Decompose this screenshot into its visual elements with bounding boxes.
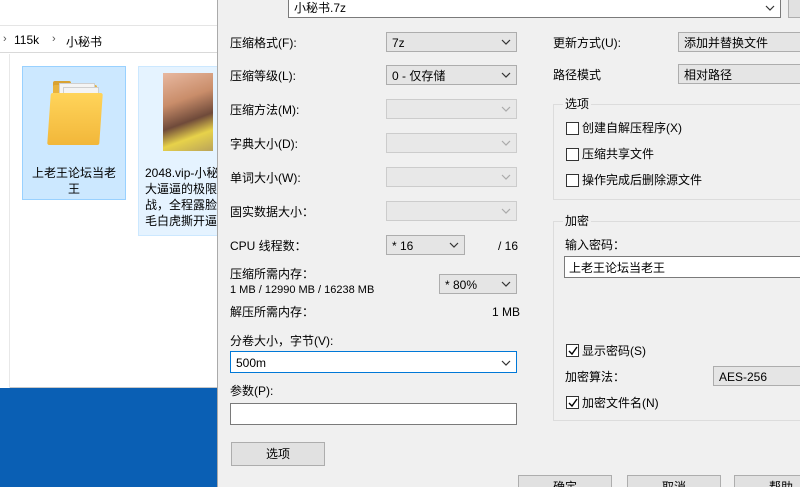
address-bar[interactable]: › 115k › 小秘书 — [0, 27, 230, 53]
method-combo[interactable] — [386, 99, 517, 119]
update-mode-combo[interactable]: 添加并替换文件 — [678, 32, 800, 52]
ok-button[interactable]: 确定 — [518, 475, 612, 487]
file-item-folder[interactable]: 上老王论坛当老 王 — [22, 66, 126, 200]
breadcrumb-chevron-icon: › — [3, 33, 7, 45]
encryption-method-label: 加密算法： — [565, 370, 626, 384]
encryption-group-title: 加密 — [563, 214, 592, 228]
word-size-label: 单词大小(W): — [230, 171, 301, 185]
options-group-title: 选项 — [563, 97, 592, 111]
cpu-threads-max: / 16 — [498, 239, 519, 253]
password-label: 输入密码： — [565, 238, 626, 252]
file-item-label: 上老王论坛当老 王 — [31, 166, 116, 196]
chevron-down-icon — [500, 205, 512, 217]
parameters-label: 参数(P): — [230, 384, 274, 398]
level-combo[interactable]: 0 - 仅存储 — [386, 65, 517, 85]
decompress-memory-label: 解压所需内存： — [230, 305, 315, 319]
encrypt-names-checkbox[interactable] — [566, 396, 579, 409]
format-label: 压缩格式(F): — [230, 36, 297, 50]
chevron-down-icon — [500, 103, 512, 115]
explorer-toolbar — [0, 0, 230, 26]
shared-files-label: 压缩共享文件 — [582, 147, 655, 161]
chevron-down-icon — [500, 137, 512, 149]
archive-name-combo[interactable]: 小秘书.7z — [288, 0, 781, 18]
path-mode-label: 路径模式 — [553, 68, 602, 82]
memory-percent-combo[interactable]: * 80% — [439, 274, 517, 294]
cpu-threads-combo[interactable]: * 16 — [386, 235, 465, 255]
method-label: 压缩方法(M): — [230, 103, 300, 117]
encrypt-names-label: 加密文件名(N) — [582, 396, 659, 410]
chevron-down-icon — [764, 2, 776, 14]
breadcrumb-chevron-icon: › — [52, 33, 56, 45]
word-size-combo[interactable] — [386, 167, 517, 187]
parameters-input[interactable] — [230, 403, 517, 425]
delete-after-checkbox[interactable] — [566, 174, 579, 187]
create-sfx-checkbox[interactable] — [566, 122, 579, 135]
memory-usage-value: 1 MB / 12990 MB / 16238 MB — [230, 284, 375, 296]
delete-after-label: 操作完成后删除源文件 — [582, 173, 703, 187]
show-password-label: 显示密码(S) — [582, 344, 646, 358]
navigation-pane — [0, 54, 10, 388]
encryption-method-combo[interactable]: AES-256 — [713, 366, 800, 386]
chevron-down-icon — [500, 278, 512, 290]
create-sfx-label: 创建自解压程序(X) — [582, 121, 682, 135]
decompress-memory-value: 1 MB — [492, 305, 521, 319]
level-label: 压缩等级(L): — [230, 69, 297, 83]
dictionary-combo[interactable] — [386, 133, 517, 153]
chevron-down-icon — [500, 171, 512, 183]
chevron-down-icon — [500, 36, 512, 48]
chevron-down-icon — [448, 239, 460, 251]
shared-files-checkbox[interactable] — [566, 148, 579, 161]
explorer-window: › 115k › 小秘书 上老王论坛当老 王 2048.vip-小秘 大逼逼的极… — [0, 0, 230, 388]
add-to-archive-dialog: 小秘书.7z 压缩格式(F): 7z 压缩等级(L): 0 - 仅存储 压缩方法… — [217, 0, 800, 487]
chevron-down-icon — [500, 69, 512, 81]
breadcrumb-item-115k[interactable]: 115k — [14, 33, 39, 47]
path-mode-combo[interactable]: 相对路径 — [678, 64, 800, 84]
help-button[interactable]: 帮助 — [734, 475, 800, 487]
volume-size-combo[interactable]: 500m — [230, 351, 517, 373]
volume-size-label: 分卷大小，字节(V): — [230, 334, 334, 348]
folder-icon — [35, 71, 115, 159]
update-mode-label: 更新方式(U): — [553, 36, 621, 50]
solid-size-combo[interactable] — [386, 201, 517, 221]
breadcrumb-item-folder[interactable]: 小秘书 — [66, 33, 102, 50]
memory-usage-label: 压缩所需内存： — [230, 267, 315, 281]
chevron-down-icon — [500, 357, 512, 369]
solid-size-label: 固实数据大小： — [230, 205, 315, 219]
cpu-threads-label: CPU 线程数： — [230, 239, 307, 253]
dictionary-label: 字典大小(D): — [230, 137, 298, 151]
options-button[interactable]: 选项 — [231, 442, 325, 466]
show-password-checkbox[interactable] — [566, 344, 579, 357]
format-combo[interactable]: 7z — [386, 32, 517, 52]
image-thumbnail — [163, 73, 213, 151]
password-input[interactable]: 上老王论坛当老王 — [564, 256, 800, 278]
cancel-button[interactable]: 取消 — [627, 475, 721, 487]
browse-button[interactable] — [788, 0, 800, 18]
